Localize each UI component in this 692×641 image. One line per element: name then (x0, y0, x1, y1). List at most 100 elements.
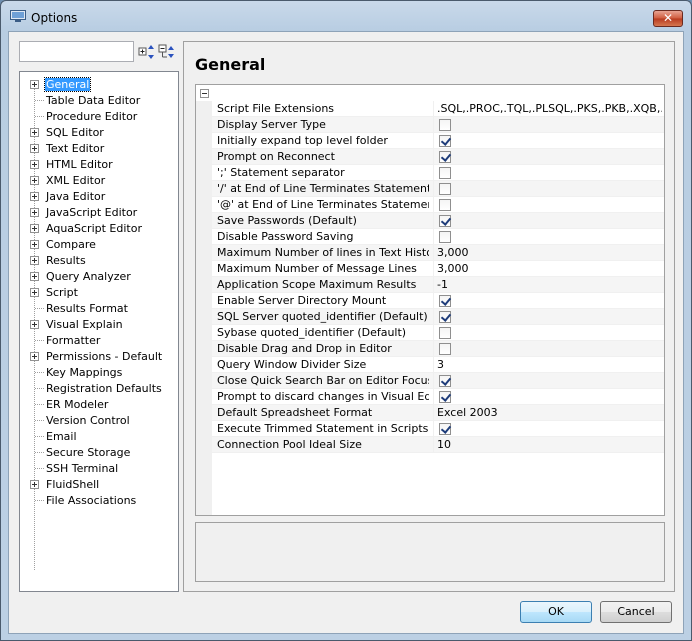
property-row[interactable]: Enable Server Directory Mount (212, 293, 664, 309)
property-checkbox[interactable] (439, 151, 451, 163)
tree-item[interactable]: Procedure Editor (20, 109, 178, 125)
property-row[interactable]: Execute Trimmed Statement in Scripts (212, 421, 664, 437)
tree-expand-icon[interactable] (30, 352, 39, 361)
tree-item[interactable]: Compare (20, 237, 178, 253)
property-row[interactable]: '/' at End of Line Terminates Statement (212, 181, 664, 197)
tree-item[interactable]: File Associations (20, 493, 178, 509)
property-row[interactable]: Close Quick Search Bar on Editor Focus (212, 373, 664, 389)
collapse-group-icon[interactable] (200, 89, 209, 98)
property-row[interactable]: Prompt on Reconnect (212, 149, 664, 165)
property-description-box (195, 522, 665, 582)
property-checkbox[interactable] (439, 215, 451, 227)
tree-item[interactable]: Formatter (20, 333, 178, 349)
property-value[interactable]: -1 (437, 278, 662, 291)
options-search-input[interactable] (19, 41, 134, 62)
tree-item[interactable]: HTML Editor (20, 157, 178, 173)
property-checkbox[interactable] (439, 375, 451, 387)
tree-expand-icon[interactable] (30, 80, 39, 89)
tree-item[interactable]: Table Data Editor (20, 93, 178, 109)
tree-expand-icon[interactable] (30, 240, 39, 249)
property-row[interactable]: ';' Statement separator (212, 165, 664, 181)
property-row[interactable]: Maximum Number of Message Lines 3,000 (212, 261, 664, 277)
tree-item[interactable]: SQL Editor (20, 125, 178, 141)
tree-expand-icon[interactable] (30, 208, 39, 217)
title-bar[interactable]: Options ✕ (1, 1, 691, 31)
property-value[interactable]: .SQL,.PROC,.TQL,.PLSQL,.PKS,.PKB,.XQB,.T… (437, 102, 662, 115)
property-row[interactable]: Query Window Divider Size 3 (212, 357, 664, 373)
tree-item[interactable]: Email (20, 429, 178, 445)
property-checkbox[interactable] (439, 167, 451, 179)
tree-item[interactable]: ER Modeler (20, 397, 178, 413)
tree-expand-icon[interactable] (30, 256, 39, 265)
property-checkbox[interactable] (439, 199, 451, 211)
property-checkbox[interactable] (439, 183, 451, 195)
tree-item[interactable]: Key Mappings (20, 365, 178, 381)
property-row[interactable]: Script File Extensions .SQL,.PROC,.TQL,.P… (212, 101, 664, 117)
tree-item[interactable]: Results Format (20, 301, 178, 317)
tree-item[interactable]: XML Editor (20, 173, 178, 189)
property-row[interactable]: Initially expand top level folder (212, 133, 664, 149)
tree-item[interactable]: SSH Terminal (20, 461, 178, 477)
tree-item[interactable]: Registration Defaults (20, 381, 178, 397)
property-checkbox[interactable] (439, 119, 451, 131)
ok-button[interactable]: OK (520, 601, 592, 623)
tree-item[interactable]: Permissions - Default (20, 349, 178, 365)
property-value[interactable]: 3 (437, 358, 662, 371)
property-checkbox[interactable] (439, 327, 451, 339)
tree-item[interactable]: Secure Storage (20, 445, 178, 461)
tree-item[interactable]: Visual Explain (20, 317, 178, 333)
tree-item[interactable]: Java Editor (20, 189, 178, 205)
property-value[interactable]: 3,000 (437, 262, 662, 275)
property-row[interactable]: Sybase quoted_identifier (Default) (212, 325, 664, 341)
property-row[interactable]: SQL Server quoted_identifier (Default) (212, 309, 664, 325)
property-checkbox[interactable] (439, 295, 451, 307)
property-checkbox[interactable] (439, 391, 451, 403)
property-checkbox[interactable] (439, 343, 451, 355)
property-name: Execute Trimmed Statement in Scripts (217, 422, 429, 435)
options-tree[interactable]: General Table Data Editor Procedure Editor… (19, 71, 179, 592)
property-row[interactable]: Prompt to discard changes in Visual Edit… (212, 389, 664, 405)
property-value[interactable]: 3,000 (437, 246, 662, 259)
tree-item[interactable]: Text Editor (20, 141, 178, 157)
property-row[interactable]: Application Scope Maximum Results -1 (212, 277, 664, 293)
tree-expand-icon[interactable] (30, 272, 39, 281)
tree-expand-icon[interactable] (30, 224, 39, 233)
window-title: Options (31, 11, 78, 25)
column-divider (433, 181, 434, 197)
tree-expand-icon[interactable] (30, 480, 39, 489)
property-value[interactable]: Excel 2003 (437, 406, 662, 419)
property-checkbox[interactable] (439, 311, 451, 323)
tree-expand-icon[interactable] (30, 320, 39, 329)
property-row[interactable]: Save Passwords (Default) (212, 213, 664, 229)
tree-item[interactable]: AquaScript Editor (20, 221, 178, 237)
tree-expand-icon[interactable] (30, 176, 39, 185)
property-row[interactable]: '@' at End of Line Terminates Statement (212, 197, 664, 213)
column-divider (433, 405, 434, 421)
tree-item[interactable]: JavaScript Editor (20, 205, 178, 221)
tree-expand-icon[interactable] (30, 288, 39, 297)
tree-expand-icon[interactable] (30, 160, 39, 169)
property-row[interactable]: Connection Pool Ideal Size 10 (212, 437, 664, 453)
property-row[interactable]: Disable Drag and Drop in Editor (212, 341, 664, 357)
tree-item[interactable]: General (20, 77, 178, 93)
tree-item[interactable]: Results (20, 253, 178, 269)
tree-expand-icon[interactable] (30, 144, 39, 153)
tree-item[interactable]: Script (20, 285, 178, 301)
tree-item[interactable]: Query Analyzer (20, 269, 178, 285)
property-row[interactable]: Disable Password Saving (212, 229, 664, 245)
property-row[interactable]: Maximum Number of lines in Text History 3… (212, 245, 664, 261)
tree-expand-icon[interactable] (30, 128, 39, 137)
property-value[interactable]: 10 (437, 438, 662, 451)
tree-expand-icon[interactable] (30, 192, 39, 201)
property-checkbox[interactable] (439, 231, 451, 243)
tree-item[interactable]: Version Control (20, 413, 178, 429)
collapse-all-icon[interactable] (158, 43, 176, 61)
expand-all-icon[interactable] (138, 43, 156, 61)
property-row[interactable]: Default Spreadsheet Format Excel 2003 (212, 405, 664, 421)
cancel-button[interactable]: Cancel (600, 601, 672, 623)
property-checkbox[interactable] (439, 423, 451, 435)
close-button[interactable]: ✕ (653, 10, 683, 27)
property-checkbox[interactable] (439, 135, 451, 147)
tree-item[interactable]: FluidShell (20, 477, 178, 493)
property-row[interactable]: Display Server Type (212, 117, 664, 133)
